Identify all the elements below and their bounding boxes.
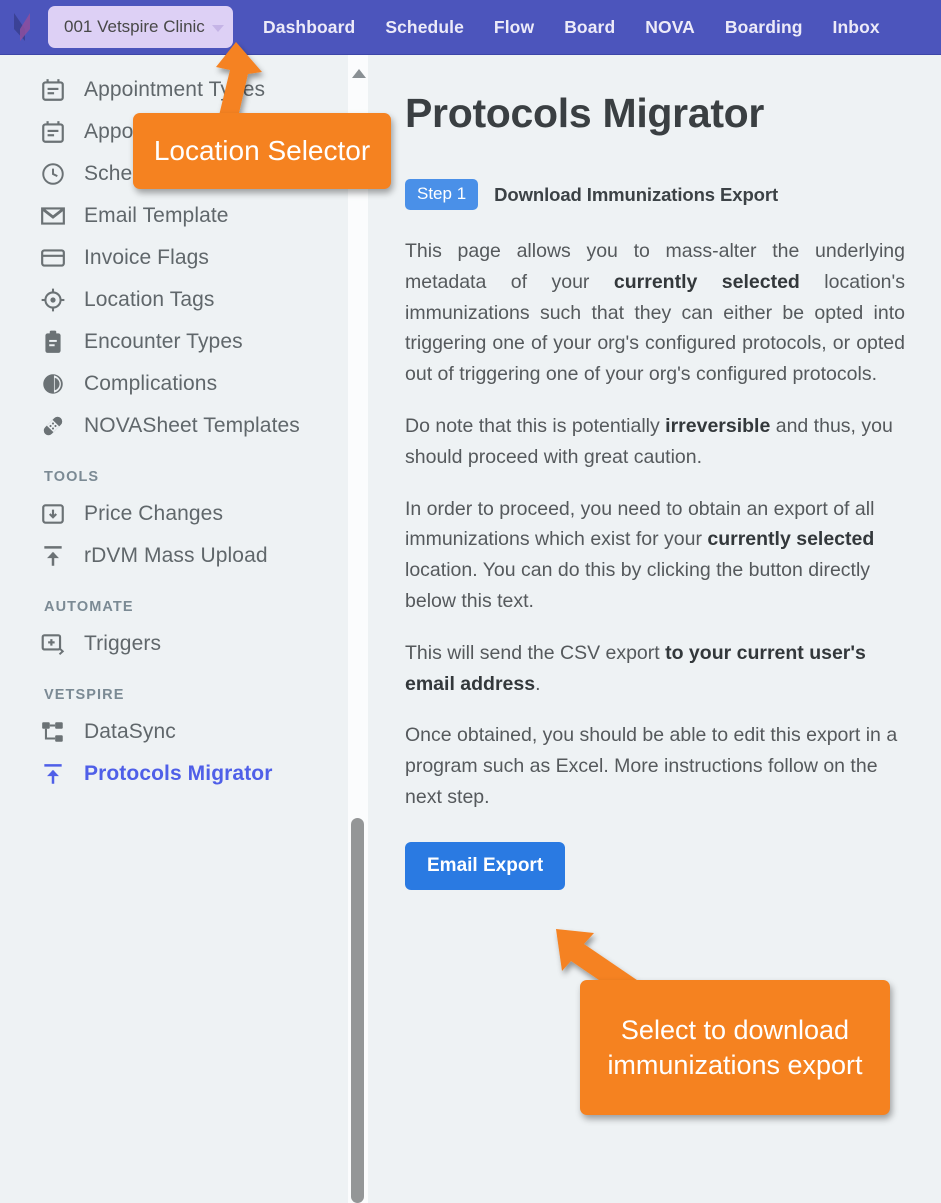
location-selector[interactable]: 001 Vetspire Clinic <box>48 6 233 48</box>
location-selector-value: 001 Vetspire Clinic <box>64 17 205 36</box>
step-header: Step 1 Download Immunizations Export <box>405 179 905 210</box>
paragraph-email-note: This will send the CSV export to your cu… <box>405 641 866 695</box>
nav-links: Dashboard Schedule Flow Board NOVA Board… <box>263 17 941 38</box>
import-box-icon <box>38 501 68 527</box>
scrollbar-thumb[interactable] <box>351 818 364 1203</box>
sidebar-item-label: Encounter Types <box>84 329 243 353</box>
nav-link-boarding[interactable]: Boarding <box>725 17 803 38</box>
sidebar-scrollbar[interactable] <box>348 55 368 1203</box>
sidebar-section-heading-vetspire: VETSPIRE <box>44 687 125 703</box>
crosshair-icon <box>38 287 68 313</box>
sidebar-item-label: NOVASheet Templates <box>84 413 300 437</box>
step-title: Download Immunizations Export <box>494 183 779 205</box>
chevron-down-icon <box>212 25 224 32</box>
sidebar-item-label: Price Changes <box>84 501 224 525</box>
app-window: 001 Vetspire Clinic Dashboard Schedule F… <box>0 0 941 1203</box>
sidebar-item-complications[interactable]: Complications <box>0 363 345 405</box>
callout-email-export: Select to download immunizations export <box>580 980 890 1115</box>
credit-card-icon <box>38 245 68 271</box>
upload-icon <box>38 543 68 569</box>
sidebar-item-label: DataSync <box>84 719 176 743</box>
bandage-icon <box>38 412 68 440</box>
email-export-button[interactable]: Email Export <box>405 841 566 890</box>
envelope-icon <box>38 203 68 229</box>
sidebar: Appointment Types Appointment Tags Sched… <box>0 55 345 1203</box>
sidebar-item-appointment-types[interactable]: Appointment Types <box>0 69 345 111</box>
sitemap-icon <box>38 719 68 745</box>
sidebar-item-encounter-types[interactable]: Encounter Types <box>0 321 345 363</box>
sidebar-item-triggers[interactable]: Triggers <box>0 623 345 665</box>
nav-link-nova[interactable]: NOVA <box>645 17 695 38</box>
sidebar-item-label: Protocols Migrator <box>84 761 273 785</box>
sidebar-section-heading-automate: AUTOMATE <box>44 599 134 615</box>
sidebar-item-datasync[interactable]: DataSync <box>0 711 345 753</box>
calendar-icon <box>38 77 68 103</box>
nav-link-inbox[interactable]: Inbox <box>833 17 880 38</box>
sidebar-item-invoice-flags[interactable]: Invoice Flags <box>0 237 345 279</box>
paragraph-warning: Do note that this is potentially irrever… <box>405 414 893 468</box>
calendar-icon <box>38 119 68 145</box>
top-navigation-bar: 001 Vetspire Clinic Dashboard Schedule F… <box>0 0 941 55</box>
step-badge: Step 1 <box>405 179 479 210</box>
sidebar-item-rdvm-mass-upload[interactable]: rDVM Mass Upload <box>0 535 345 577</box>
scroll-up-arrow-icon[interactable] <box>352 69 366 78</box>
sidebar-item-email-template[interactable]: Email Template <box>0 195 345 237</box>
sidebar-item-label: Appointment Types <box>84 77 266 101</box>
upload-icon <box>38 761 68 787</box>
sidebar-item-label: Invoice Flags <box>84 245 210 269</box>
nav-link-dashboard[interactable]: Dashboard <box>263 17 355 38</box>
callout-location-selector: Location Selector <box>133 113 391 189</box>
sidebar-item-label: Triggers <box>84 631 162 655</box>
paragraph-overview: This page allows you to mass-alter the u… <box>405 240 905 386</box>
paragraph-next-step: Once obtained, you should be able to edi… <box>405 724 898 808</box>
sidebar-item-protocols-migrator[interactable]: Protocols Migrator <box>0 753 345 795</box>
nav-link-board[interactable]: Board <box>564 17 615 38</box>
sidebar-item-label: Location Tags <box>84 287 215 311</box>
sidebar-item-label: Email Template <box>84 203 229 227</box>
sidebar-item-novasheet-templates[interactable]: NOVASheet Templates <box>0 405 345 447</box>
sidebar-item-label: rDVM Mass Upload <box>84 543 268 567</box>
add-screen-icon <box>38 631 68 657</box>
clock-icon <box>38 161 68 187</box>
sidebar-item-location-tags[interactable]: Location Tags <box>0 279 345 321</box>
clipboard-icon <box>38 329 68 355</box>
vetspire-logo-icon[interactable] <box>8 7 42 47</box>
sidebar-item-label: Complications <box>84 371 218 395</box>
nav-link-flow[interactable]: Flow <box>494 17 534 38</box>
page-title: Protocols Migrator <box>405 90 765 136</box>
pie-chart-icon <box>38 371 68 397</box>
sidebar-section-heading-tools: TOOLS <box>44 469 100 485</box>
sidebar-item-price-changes[interactable]: Price Changes <box>0 493 345 535</box>
nav-link-schedule[interactable]: Schedule <box>385 17 464 38</box>
paragraph-instructions: In order to proceed, you need to obtain … <box>405 497 875 612</box>
